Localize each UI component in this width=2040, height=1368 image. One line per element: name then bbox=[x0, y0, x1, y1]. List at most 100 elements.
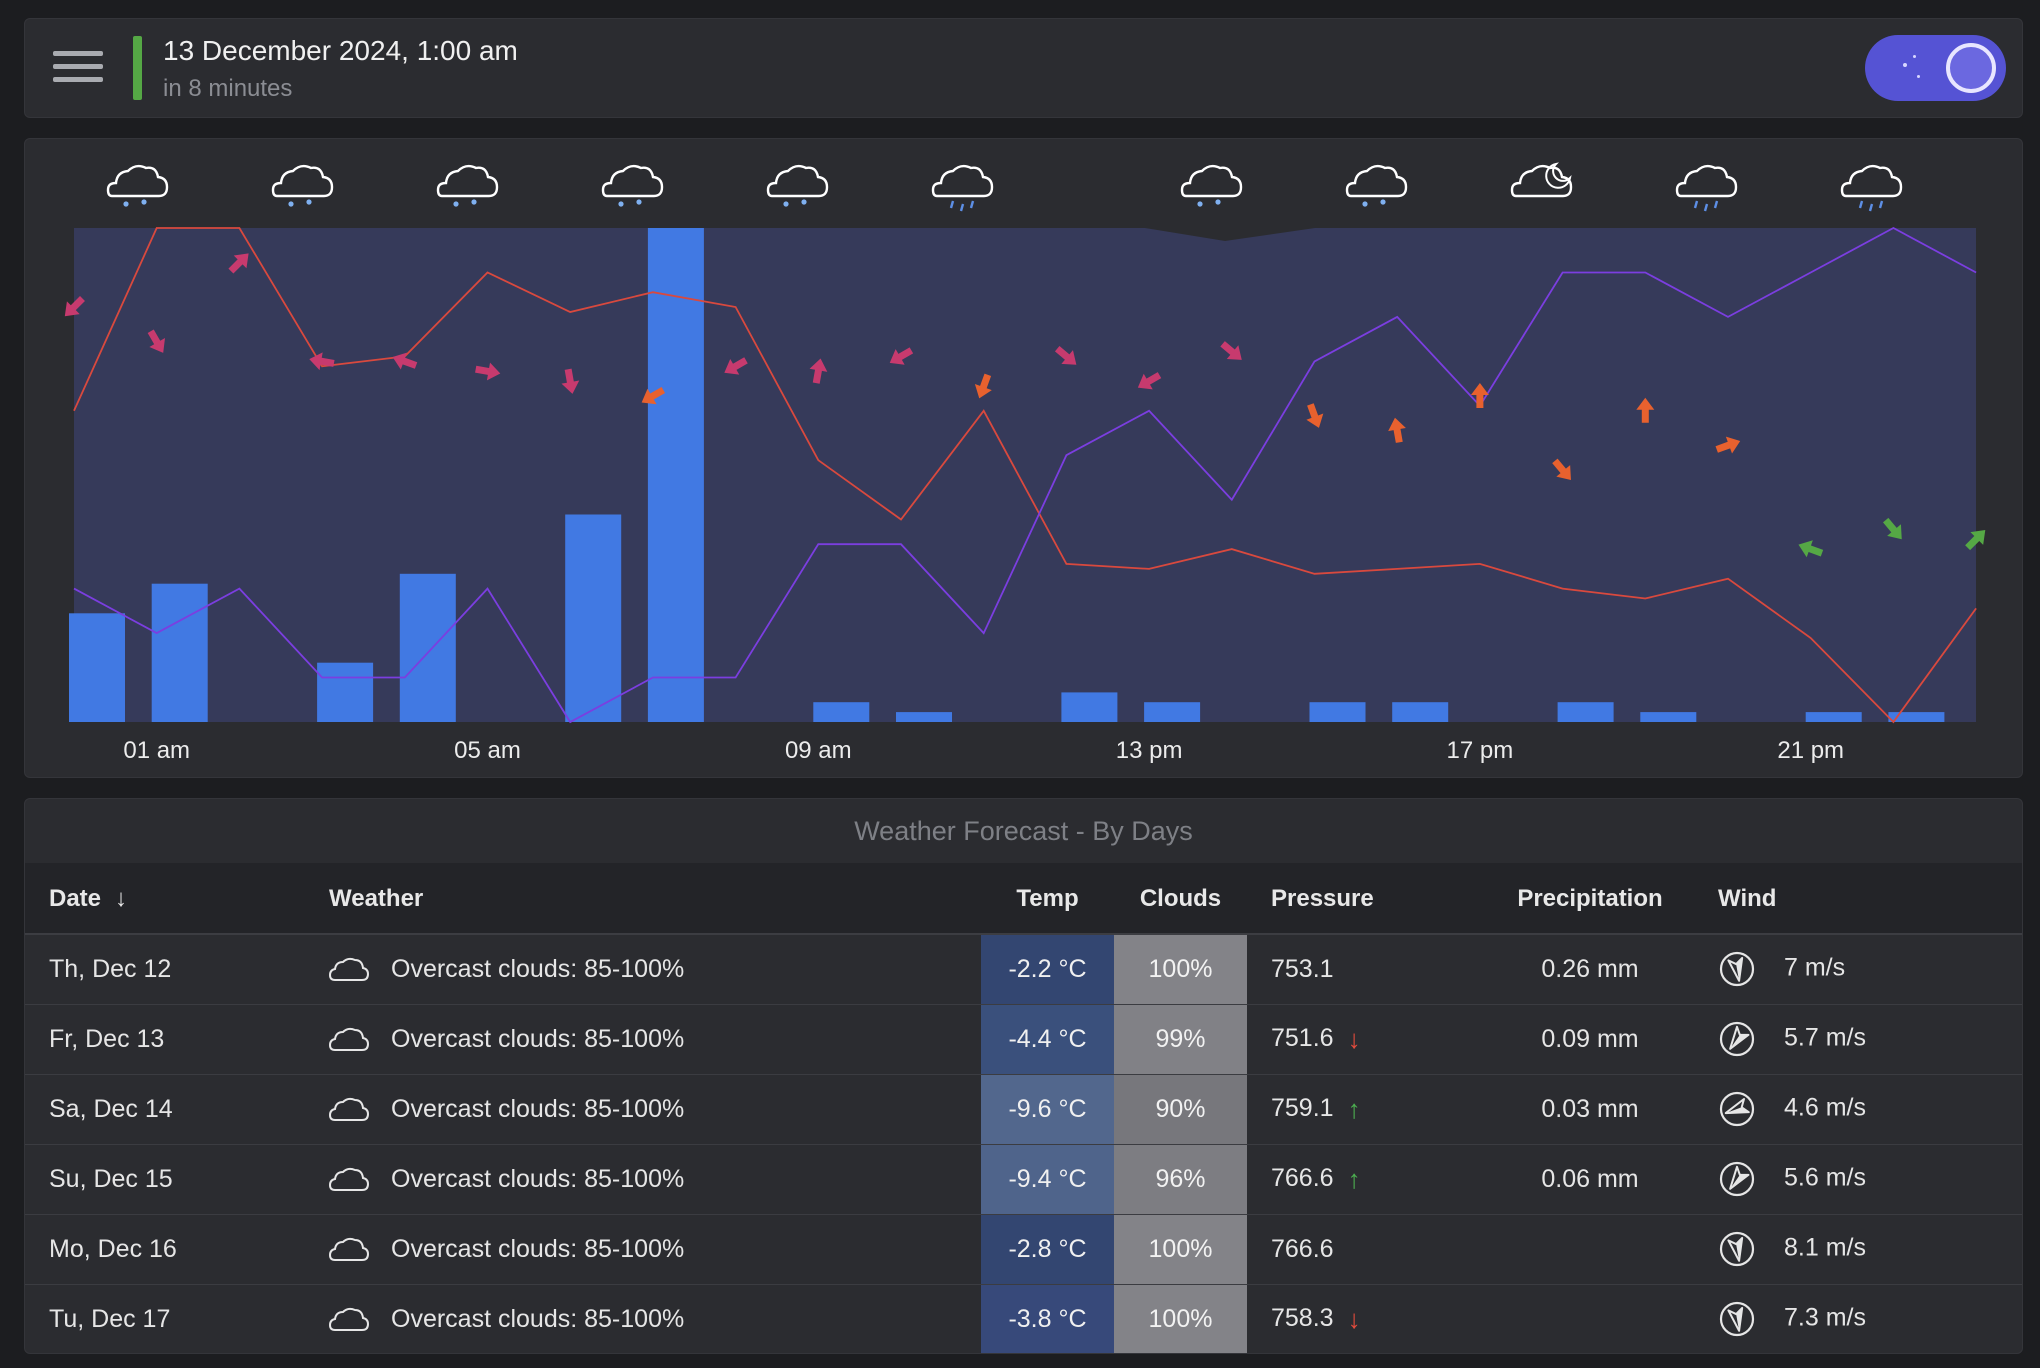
forecast-row[interactable]: Su, Dec 15 Overcast clouds: 85-100% -9.4 °… bbox=[25, 1144, 2022, 1215]
toggle-knob bbox=[1946, 43, 1996, 93]
row-clouds: 90% bbox=[1114, 1074, 1247, 1145]
star-icon bbox=[1917, 75, 1920, 78]
row-wind: 5.7 m/s bbox=[1694, 1004, 2022, 1075]
wind-direction-icon bbox=[1719, 1021, 1755, 1057]
row-wind: 7 m/s bbox=[1694, 934, 2022, 1005]
pressure-down-arrow-icon: ↓ bbox=[1347, 1023, 1361, 1054]
row-weather: Overcast clouds: 85-100% bbox=[305, 1284, 981, 1353]
row-pressure: 766.6 bbox=[1247, 1214, 1486, 1285]
row-wind-speed: 7.3 m/s bbox=[1784, 1303, 1866, 1332]
dark-mode-toggle[interactable] bbox=[1865, 35, 2006, 101]
table-header-row: Date ↓ Weather Temp Clouds Pressure Preci… bbox=[25, 864, 2022, 935]
row-wind: 4.6 m/s bbox=[1694, 1074, 2022, 1145]
row-date: Su, Dec 15 bbox=[25, 1144, 305, 1215]
row-date: Th, Dec 12 bbox=[25, 934, 305, 1005]
hourly-chart: 01 am 05 am 09 am 13 pm 17 pm 21 pm bbox=[24, 138, 2023, 778]
row-pressure: 753.1 bbox=[1247, 934, 1486, 1005]
row-temp: -9.4 °C bbox=[981, 1144, 1114, 1215]
row-clouds: 99% bbox=[1114, 1004, 1247, 1075]
precipitation-bar bbox=[1144, 702, 1201, 722]
row-date: Tu, Dec 17 bbox=[25, 1284, 305, 1353]
row-pressure: 758.3 ↓ bbox=[1247, 1284, 1486, 1353]
column-header-temp: Temp bbox=[981, 864, 1114, 935]
row-precipitation bbox=[1486, 1284, 1694, 1353]
row-weather: Overcast clouds: 85-100% bbox=[305, 934, 981, 1005]
menu-icon[interactable] bbox=[53, 47, 103, 87]
x-tick-label: 13 pm bbox=[1116, 737, 1183, 764]
row-weather: Overcast clouds: 85-100% bbox=[305, 1074, 981, 1145]
wind-direction-icon bbox=[1719, 1301, 1755, 1337]
row-pressure-value: 766.6 bbox=[1271, 1163, 1334, 1192]
forecast-row[interactable]: Tu, Dec 17 Overcast clouds: 85-100% -3.8 °… bbox=[25, 1284, 2022, 1353]
row-precipitation: 0.26 mm bbox=[1486, 934, 1694, 1005]
snow-icon bbox=[766, 164, 829, 207]
sort-down-arrow-icon[interactable]: ↓ bbox=[115, 885, 127, 913]
precipitation-bar bbox=[317, 662, 374, 722]
plot-background bbox=[74, 228, 1976, 722]
forecast-row[interactable]: Sa, Dec 14 Overcast clouds: 85-100% -9.6 °… bbox=[25, 1074, 2022, 1145]
precipitation-bar bbox=[399, 573, 456, 722]
row-clouds: 96% bbox=[1114, 1144, 1247, 1215]
row-wind: 7.3 m/s bbox=[1694, 1284, 2022, 1353]
row-temp: -2.2 °C bbox=[981, 934, 1114, 1005]
row-wind-speed: 5.7 m/s bbox=[1784, 1023, 1866, 1052]
column-header-weather: Weather bbox=[305, 864, 981, 935]
star-icon bbox=[1903, 63, 1907, 67]
overcast-cloud-icon bbox=[329, 1307, 369, 1331]
x-tick-label: 09 am bbox=[785, 737, 852, 764]
precipitation-bar bbox=[647, 228, 704, 722]
daily-forecast-panel: Weather Forecast - By Days Date ↓ Weather… bbox=[24, 798, 2023, 1354]
row-precipitation: 0.06 mm bbox=[1486, 1144, 1694, 1215]
row-weather-label: Overcast clouds: 85-100% bbox=[391, 954, 685, 983]
row-weather-label: Overcast clouds: 85-100% bbox=[391, 1164, 685, 1193]
wind-direction-icon bbox=[1719, 1161, 1755, 1197]
pressure-up-arrow-icon: ↑ bbox=[1347, 1163, 1361, 1194]
row-pressure-value: 758.3 bbox=[1271, 1303, 1334, 1332]
x-tick-label: 01 am bbox=[123, 737, 190, 764]
row-weather-label: Overcast clouds: 85-100% bbox=[391, 1024, 685, 1053]
precipitation-bar bbox=[1061, 692, 1118, 722]
precipitation-bar bbox=[565, 514, 622, 722]
table-title: Weather Forecast - By Days bbox=[25, 799, 2022, 864]
precipitation-bar bbox=[151, 583, 208, 722]
snow-icon bbox=[1345, 164, 1408, 207]
row-precipitation bbox=[1486, 1214, 1694, 1285]
overcast-cloud-icon bbox=[329, 1167, 369, 1191]
row-date: Sa, Dec 14 bbox=[25, 1074, 305, 1145]
row-weather-label: Overcast clouds: 85-100% bbox=[391, 1234, 685, 1263]
forecast-row[interactable]: Th, Dec 12 Overcast clouds: 85-100% -2.2 °… bbox=[25, 934, 2022, 1005]
row-weather: Overcast clouds: 85-100% bbox=[305, 1004, 981, 1075]
column-header-pressure: Pressure bbox=[1247, 864, 1486, 935]
wind-direction-icon bbox=[1719, 952, 1755, 987]
row-wind-speed: 4.6 m/s bbox=[1784, 1093, 1866, 1122]
forecast-row[interactable]: Fr, Dec 13 Overcast clouds: 85-100% -4.4 °… bbox=[25, 1004, 2022, 1075]
row-wind-speed: 8.1 m/s bbox=[1784, 1233, 1866, 1262]
row-pressure: 759.1 ↑ bbox=[1247, 1074, 1486, 1145]
snow-icon bbox=[106, 164, 169, 207]
row-weather: Overcast clouds: 85-100% bbox=[305, 1214, 981, 1285]
column-header-date[interactable]: Date ↓ bbox=[25, 864, 305, 935]
precipitation-bar bbox=[813, 702, 870, 722]
row-pressure: 751.6 ↓ bbox=[1247, 1004, 1486, 1075]
snow-icon bbox=[436, 164, 499, 207]
wind-direction-icon bbox=[1719, 1091, 1755, 1127]
row-wind-speed: 7 m/s bbox=[1784, 953, 1846, 982]
x-tick-label: 21 pm bbox=[1777, 737, 1844, 764]
overcast-cloud-icon bbox=[329, 1097, 369, 1121]
hourly-chart-svg: 01 am 05 am 09 am 13 pm 17 pm 21 pm bbox=[64, 162, 1986, 764]
precipitation-bar bbox=[1392, 702, 1449, 722]
row-wind: 5.6 m/s bbox=[1694, 1144, 2022, 1215]
forecast-row[interactable]: Mo, Dec 16 Overcast clouds: 85-100% -2.8 °… bbox=[25, 1214, 2022, 1285]
snow-icon bbox=[1180, 164, 1243, 207]
row-clouds: 100% bbox=[1114, 934, 1247, 1005]
row-date: Mo, Dec 16 bbox=[25, 1214, 305, 1285]
row-temp: -3.8 °C bbox=[981, 1284, 1114, 1353]
forecast-time-subtitle: in 8 minutes bbox=[163, 75, 293, 102]
forecast-time-title: 13 December 2024, 1:00 am bbox=[163, 35, 518, 66]
precipitation-bar bbox=[896, 712, 952, 722]
row-clouds: 100% bbox=[1114, 1284, 1247, 1353]
accent-bar bbox=[133, 36, 142, 100]
row-wind-speed: 5.6 m/s bbox=[1784, 1163, 1866, 1192]
row-weather-label: Overcast clouds: 85-100% bbox=[391, 1094, 685, 1123]
snow-icon bbox=[601, 164, 664, 207]
